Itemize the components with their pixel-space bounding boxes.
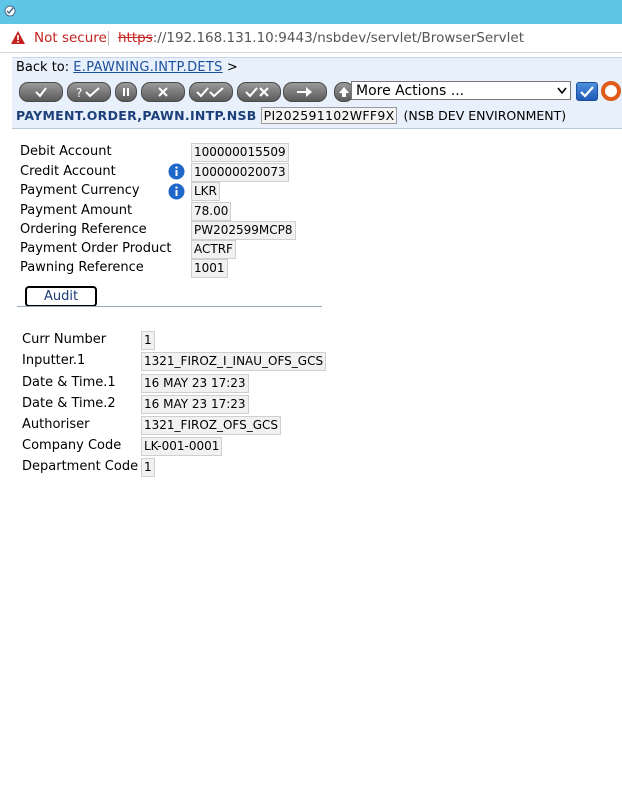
field-value-credit-account[interactable]: 100000020073 xyxy=(191,163,289,182)
audit-label-inputter: Inputter.1 xyxy=(22,353,86,368)
field-value-debit-account[interactable]: 100000015509 xyxy=(191,143,289,162)
field-label-pawning-reference: Pawning Reference xyxy=(20,260,144,275)
warning-icon[interactable] xyxy=(10,30,26,46)
not-secure-label[interactable]: Not secure xyxy=(34,24,107,52)
audit-label-date-time-2: Date & Time.2 xyxy=(22,396,116,411)
delete-button[interactable] xyxy=(141,82,185,102)
next-button[interactable] xyxy=(283,82,327,102)
audit-label-date-time-1: Date & Time.1 xyxy=(22,375,116,390)
commit-icon xyxy=(35,87,47,98)
header-divider xyxy=(12,128,622,129)
back-to-line: Back to: E.PAWNING.INTP.DETS > xyxy=(16,60,238,75)
audit-value-department-code[interactable]: 1 xyxy=(141,458,155,477)
audit-value-authoriser[interactable]: 1321_FIROZ_OFS_GCS xyxy=(141,416,282,435)
svg-text:?: ? xyxy=(76,86,82,99)
audit-value-date-time-2[interactable]: 16 MAY 23 17:23 xyxy=(141,395,249,414)
page-favicon-icon xyxy=(4,5,16,17)
field-label-payment-amount: Payment Amount xyxy=(20,203,133,218)
field-value-pawning-reference[interactable]: 1001 xyxy=(191,259,228,278)
audit-label-company-code: Company Code xyxy=(22,438,122,453)
hold-button[interactable] xyxy=(115,82,137,102)
audit-value-date-time-1[interactable]: 16 MAY 23 17:23 xyxy=(141,374,249,393)
validate-icon: ? xyxy=(76,86,100,99)
field-label-payment-order-product: Payment Order Product xyxy=(20,241,172,256)
authorise-icon xyxy=(196,87,224,98)
url-protocol: https xyxy=(118,30,153,46)
field-value-ordering-reference[interactable]: PW202599MCP8 xyxy=(191,221,296,240)
address-bar[interactable]: Not secure https://192.168.131.10:9443/n… xyxy=(0,24,622,53)
field-label-debit-account: Debit Account xyxy=(20,144,112,159)
commit-button[interactable] xyxy=(19,82,63,102)
application-name: PAYMENT.ORDER,PAWN.INTP.NSB xyxy=(16,108,257,123)
field-label-payment-currency: Payment Currency xyxy=(20,183,140,198)
audit-label-authoriser: Authoriser xyxy=(22,417,90,432)
tab-audit[interactable]: Audit xyxy=(25,286,97,307)
chevron-down-icon xyxy=(557,87,567,95)
go-button[interactable] xyxy=(576,82,598,101)
checkmark-icon xyxy=(580,86,594,98)
browser-title-bar xyxy=(0,0,622,24)
help-lifebuoy-icon[interactable] xyxy=(601,81,621,101)
address-divider xyxy=(108,31,109,46)
field-label-credit-account: Credit Account xyxy=(20,164,116,179)
field-value-payment-order-product[interactable]: ACTRF xyxy=(191,240,236,259)
audit-label-curr-number: Curr Number xyxy=(22,332,107,347)
url-text[interactable]: https://192.168.131.10:9443/nsbdev/servl… xyxy=(118,24,524,52)
next-icon xyxy=(297,87,312,97)
field-value-payment-currency[interactable]: LKR xyxy=(191,182,220,201)
tab-underline xyxy=(17,306,322,307)
url-path: ://192.168.131.10:9443/nsbdev/servlet/Br… xyxy=(152,30,525,46)
validate-button[interactable]: ? xyxy=(67,82,111,102)
info-icon[interactable] xyxy=(168,163,185,180)
field-value-payment-amount[interactable]: 78.00 xyxy=(191,202,232,221)
field-label-ordering-reference: Ordering Reference xyxy=(20,222,147,237)
upload-icon xyxy=(339,87,349,97)
record-id-field[interactable]: PI202591102WFF9X xyxy=(260,107,398,124)
audit-label-department-code: Department Code xyxy=(22,459,139,474)
reverse-button[interactable] xyxy=(237,82,281,102)
more-actions-value: More Actions ... xyxy=(356,83,465,99)
delete-icon xyxy=(158,87,168,97)
record-id-line: PAYMENT.ORDER,PAWN.INTP.NSB PI202591102WF… xyxy=(16,107,566,124)
hold-icon xyxy=(123,88,129,96)
info-icon[interactable] xyxy=(168,183,185,200)
audit-value-curr-number[interactable]: 1 xyxy=(141,331,155,350)
audit-value-inputter[interactable]: 1321_FIROZ_I_INAU_OFS_GCS xyxy=(141,352,327,371)
back-to-label: Back to: xyxy=(16,60,70,75)
more-actions-select[interactable]: More Actions ... xyxy=(351,81,571,100)
back-to-arrow: > xyxy=(226,60,238,75)
back-to-link[interactable]: E.PAWNING.INTP.DETS xyxy=(73,60,222,75)
reverse-icon xyxy=(245,87,269,98)
audit-value-company-code[interactable]: LK-001-0001 xyxy=(141,437,223,456)
authorise-button[interactable] xyxy=(189,82,233,102)
environment-label: (NSB DEV ENVIRONMENT) xyxy=(403,108,567,123)
header-panel: Back to: E.PAWNING.INTP.DETS > ? More Ac… xyxy=(12,57,622,128)
